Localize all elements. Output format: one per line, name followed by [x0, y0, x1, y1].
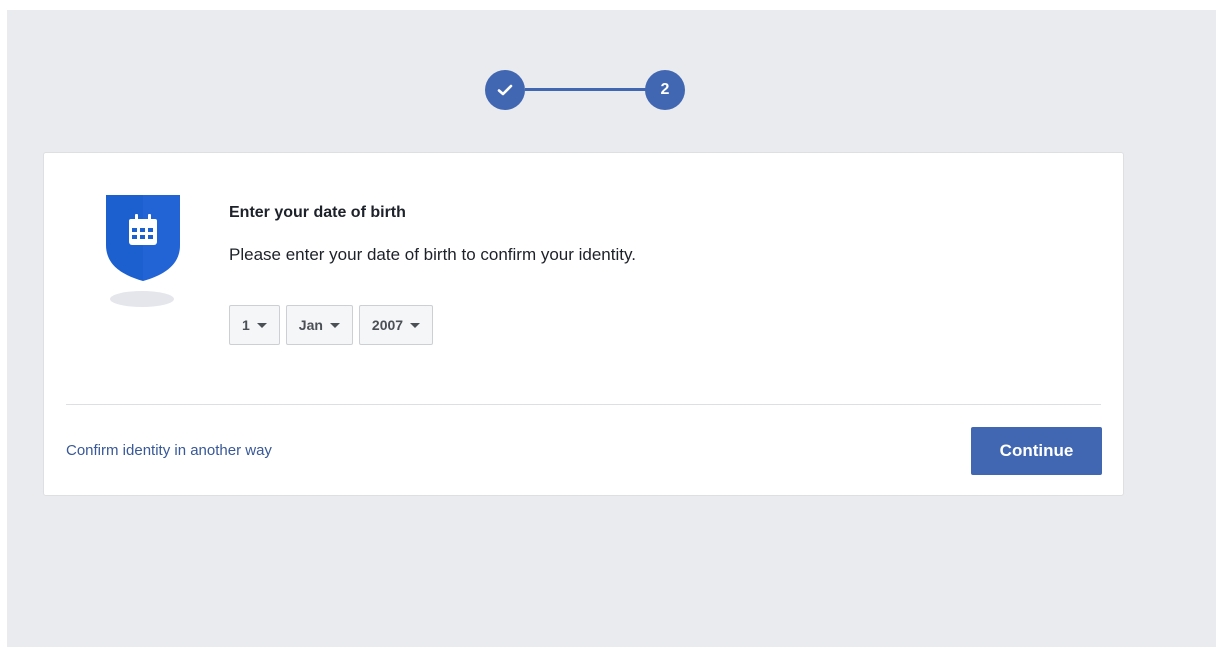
chevron-down-icon: [329, 322, 340, 328]
date-of-birth-selects: 1 Jan 2007: [229, 305, 434, 345]
day-select-value: 1: [242, 317, 250, 333]
year-select-value: 2007: [371, 317, 404, 333]
continue-button[interactable]: Continue: [971, 427, 1102, 475]
step-2-current: 2: [645, 70, 685, 110]
chevron-down-icon: [256, 322, 267, 328]
page-background: 2 Enter your date of birth Please enter …: [7, 10, 1216, 647]
shield-calendar-icon: [104, 195, 184, 311]
month-select[interactable]: Jan: [285, 305, 353, 345]
checkmark-icon: [497, 84, 513, 96]
day-select[interactable]: 1: [229, 305, 280, 345]
progress-stepper: 2: [485, 68, 693, 112]
identity-card: Enter your date of birth Please enter yo…: [43, 152, 1124, 496]
card-title: Enter your date of birth: [229, 204, 406, 221]
card-subtitle: Please enter your date of birth to confi…: [229, 245, 636, 264]
month-select-value: Jan: [298, 317, 323, 333]
step-2-label: 2: [660, 81, 670, 98]
chevron-down-icon: [410, 322, 421, 328]
year-select[interactable]: 2007: [358, 305, 434, 345]
step-connector: [525, 88, 649, 91]
confirm-another-way-link[interactable]: Confirm identity in another way: [66, 442, 272, 459]
step-1-complete: [485, 70, 525, 110]
divider: [66, 404, 1101, 405]
